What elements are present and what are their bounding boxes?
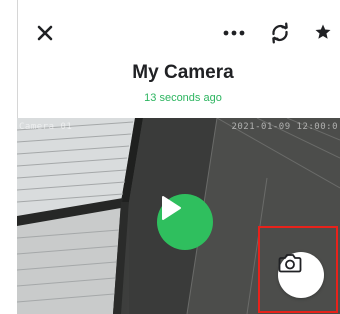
more-options-button[interactable] xyxy=(222,23,246,43)
play-button[interactable] xyxy=(157,194,213,250)
favorite-button[interactable] xyxy=(312,21,334,43)
snapshot-button[interactable] xyxy=(278,252,324,298)
last-updated-text: 13 seconds ago xyxy=(144,92,222,104)
close-icon xyxy=(37,25,53,41)
star-icon xyxy=(315,24,331,39)
refresh-icon xyxy=(272,22,288,44)
close-button[interactable] xyxy=(34,22,56,44)
refresh-button[interactable] xyxy=(268,21,292,45)
osd-camera-name: Camera 01 xyxy=(19,122,73,132)
osd-timestamp: 2021-01-09 12:00:0 xyxy=(231,122,338,132)
camera-feed[interactable]: Camera 01 2021-01-09 12:00:0 xyxy=(17,118,340,314)
play-icon xyxy=(162,196,181,220)
more-options-icon xyxy=(223,30,245,36)
top-bar: My Camera 13 seconds ago xyxy=(0,0,340,118)
camera-icon xyxy=(278,254,302,273)
page-title: My Camera xyxy=(132,62,234,83)
